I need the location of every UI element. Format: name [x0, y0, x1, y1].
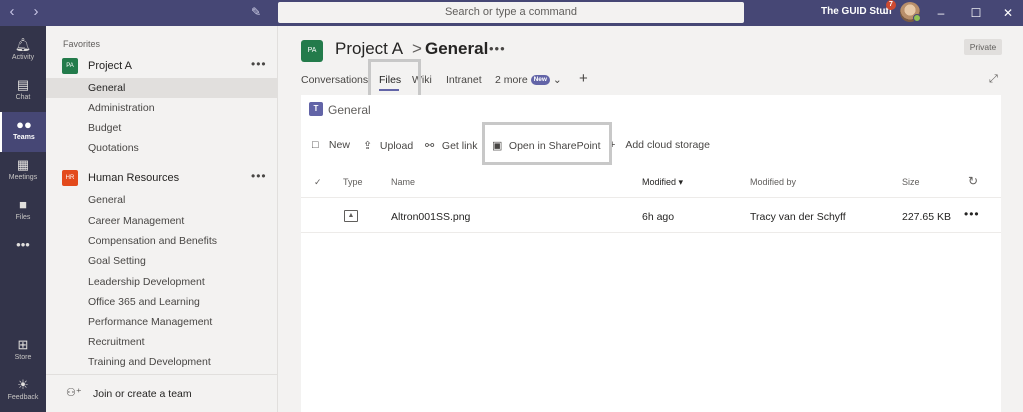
add-tab-icon[interactable]: +: [579, 70, 588, 87]
forward-icon[interactable]: ›: [28, 4, 44, 20]
appbar-chat[interactable]: ▤ Chat: [0, 72, 46, 112]
team-title[interactable]: Project A: [335, 39, 403, 59]
upload-icon: ⇪: [363, 140, 373, 152]
column-name[interactable]: Name: [391, 177, 415, 187]
file-modified: 6h ago: [642, 211, 675, 223]
channel-career-management[interactable]: Career Management: [46, 211, 277, 231]
channel-general[interactable]: General: [46, 78, 277, 98]
breadcrumb-separator: >: [412, 39, 422, 58]
file-icon: ■: [19, 197, 27, 212]
column-type[interactable]: Type: [343, 177, 363, 187]
file-size: 227.65 KB: [902, 211, 952, 223]
close-icon[interactable]: ✕: [999, 4, 1017, 22]
join-create-team-button[interactable]: ⚇⁺ Join or create a team: [46, 374, 277, 412]
team-project-a[interactable]: PA Project A •••: [46, 55, 277, 77]
column-size[interactable]: Size: [902, 177, 920, 187]
channel-compensation[interactable]: Compensation and Benefits: [46, 231, 277, 251]
team-human-resources[interactable]: HR Human Resources •••: [46, 167, 277, 189]
notification-badge: 7: [886, 0, 896, 10]
column-modified[interactable]: Modified ▾: [642, 177, 683, 188]
upload-button[interactable]: ⇪ Upload: [363, 139, 413, 152]
column-modified-by[interactable]: Modified by: [750, 177, 796, 187]
appbar-more[interactable]: •••: [0, 232, 46, 272]
sort-down-icon: ▾: [678, 177, 684, 187]
feedback-icon: ☀︎: [17, 377, 29, 392]
appbar-feedback[interactable]: ☀︎ Feedback: [0, 372, 46, 412]
search-input[interactable]: Search or type a command: [278, 2, 744, 23]
more-icon: •••: [16, 237, 30, 252]
bell-icon: 🔔︎: [14, 37, 32, 52]
channel-office-365[interactable]: Office 365 and Learning: [46, 292, 277, 312]
tab-conversations[interactable]: Conversations: [301, 74, 368, 86]
add-cloud-storage-button[interactable]: + Add cloud storage: [609, 139, 710, 151]
new-file-icon: □: [312, 139, 319, 151]
more-options-icon[interactable]: •••: [251, 169, 267, 183]
appbar-activity[interactable]: 🔔︎ Activity: [0, 32, 46, 72]
store-icon: ⊞: [17, 337, 29, 352]
appbar-files[interactable]: ■ Files: [0, 192, 46, 232]
appbar-store[interactable]: ⊞ Store: [0, 332, 46, 372]
channel-recruitment[interactable]: Recruitment: [46, 332, 277, 352]
file-modified-by: Tracy van der Schyff: [750, 211, 846, 223]
tab-more[interactable]: 2 more New ⌄: [495, 74, 562, 86]
expand-icon[interactable]: ⤢: [989, 73, 998, 86]
tab-intranet[interactable]: Intranet: [446, 74, 482, 86]
title-bar: ‹ › ✎ Search or type a command The GUID …: [0, 0, 1023, 26]
team-name: Human Resources: [88, 172, 180, 184]
files-library: T General □ New ⇪ Upload ⚯ Get link ▣ Op…: [301, 95, 1001, 412]
channel-general[interactable]: General: [46, 190, 277, 210]
channel-administration[interactable]: Administration: [46, 98, 277, 118]
channel-title: General: [425, 39, 489, 58]
more-options-icon[interactable]: •••: [489, 41, 506, 56]
privacy-badge: Private: [964, 39, 1002, 55]
tab-more-label: 2 more: [495, 74, 528, 86]
new-button[interactable]: □ New: [312, 139, 350, 151]
select-all-checkbox[interactable]: ✓: [314, 177, 322, 188]
chat-icon: ▤: [16, 77, 30, 92]
maximize-icon[interactable]: ☐: [967, 4, 985, 22]
channel-budget[interactable]: Budget: [46, 118, 277, 138]
new-badge: New: [530, 75, 550, 86]
image-file-icon: ▲: [344, 210, 358, 222]
calendar-icon: ▦: [16, 157, 30, 172]
add-people-icon: ⚇⁺: [66, 387, 82, 399]
compose-icon[interactable]: ✎: [251, 5, 265, 19]
teams-logo-icon: T: [309, 102, 323, 116]
presence-status-icon: [913, 14, 921, 22]
channel-leadership[interactable]: Leadership Development: [46, 272, 277, 292]
channel-performance[interactable]: Performance Management: [46, 312, 277, 332]
channel-training[interactable]: Training and Development: [46, 352, 277, 372]
channel-view: PA Project A > General ••• Private Conve…: [279, 26, 1023, 412]
more-options-icon[interactable]: •••: [964, 207, 980, 221]
divider: [301, 232, 1001, 233]
channel-quotations[interactable]: Quotations: [46, 138, 277, 158]
more-options-icon[interactable]: •••: [251, 57, 267, 71]
channel-goal-setting[interactable]: Goal Setting: [46, 251, 277, 271]
team-name: Project A: [88, 60, 133, 72]
teams-list: Favorites PA Project A ••• General Admin…: [46, 26, 278, 412]
team-avatar: PA: [301, 40, 323, 62]
teams-icon: ●●: [16, 117, 32, 132]
link-icon: ⚯: [425, 140, 435, 152]
appbar-teams[interactable]: ●● Teams: [0, 112, 46, 152]
back-icon[interactable]: ‹: [4, 4, 20, 20]
app-bar: 🔔︎ Activity ▤ Chat ●● Teams ▦ Meetings ■…: [0, 26, 46, 412]
file-name[interactable]: Altron001SS.png: [391, 211, 470, 223]
divider: [301, 197, 1001, 198]
team-avatar: HR: [62, 170, 78, 186]
highlight-box: [482, 122, 612, 165]
library-title: General: [328, 103, 371, 117]
favorites-heading: Favorites: [63, 39, 101, 49]
appbar-meetings[interactable]: ▦ Meetings: [0, 152, 46, 192]
refresh-icon[interactable]: ↻: [968, 174, 978, 188]
get-link-button[interactable]: ⚯ Get link: [425, 139, 478, 152]
chevron-down-icon: ⌄: [552, 74, 562, 86]
minimize-icon[interactable]: –: [932, 4, 950, 22]
team-avatar: PA: [62, 58, 78, 74]
